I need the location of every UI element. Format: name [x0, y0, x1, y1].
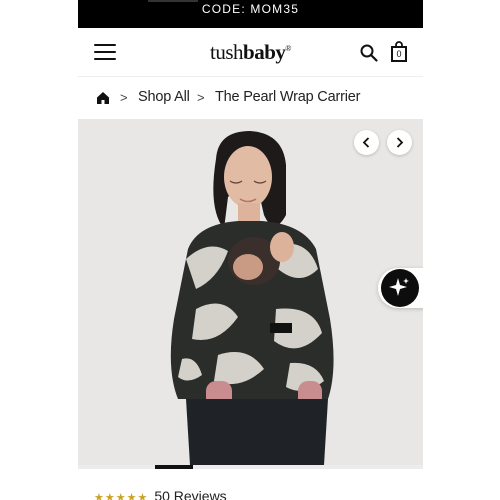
ai-assistant-button[interactable]: [378, 268, 423, 308]
product-image-gallery[interactable]: [78, 119, 423, 465]
search-icon[interactable]: [360, 44, 378, 62]
reviews-summary[interactable]: ★★★★★ 50 Reviews: [94, 488, 227, 500]
cart-count: 0: [396, 49, 402, 59]
sparkle-icon: [389, 278, 409, 296]
chevron-left-icon: [362, 137, 370, 148]
star-rating: ★★★★★: [94, 492, 149, 500]
promo-code-text: CODE: MOM35: [201, 2, 300, 16]
gallery-progress-bar: [78, 465, 423, 469]
shopping-bag-button[interactable]: 0: [389, 41, 409, 63]
logo-text-light: tush: [210, 40, 244, 64]
product-page: CODE: MOM35 tushbaby® 0 > Shop All > The…: [78, 0, 423, 500]
breadcrumb-shop-all[interactable]: Shop All: [138, 89, 190, 105]
gallery-progress-indicator: [155, 465, 193, 469]
promo-scroll-indicator: [148, 0, 198, 2]
gallery-next-button[interactable]: [387, 130, 412, 155]
product-photo: [78, 119, 423, 465]
logo-registered-mark: ®: [285, 44, 291, 53]
site-header: tushbaby® 0: [78, 28, 423, 77]
chevron-right-icon: [396, 137, 404, 148]
breadcrumb: > Shop All > The Pearl Wrap Carrier: [78, 77, 423, 119]
promo-banner[interactable]: CODE: MOM35: [78, 0, 423, 28]
breadcrumb-separator: >: [120, 90, 128, 105]
home-icon[interactable]: [96, 91, 110, 105]
breadcrumb-current-product[interactable]: The Pearl Wrap Carrier: [215, 89, 360, 105]
reviews-count-link[interactable]: 50 Reviews: [154, 488, 226, 500]
ai-button-circle: [381, 269, 419, 307]
gallery-prev-button[interactable]: [354, 130, 379, 155]
breadcrumb-separator: >: [197, 90, 205, 105]
logo-text-bold: baby: [243, 40, 286, 64]
